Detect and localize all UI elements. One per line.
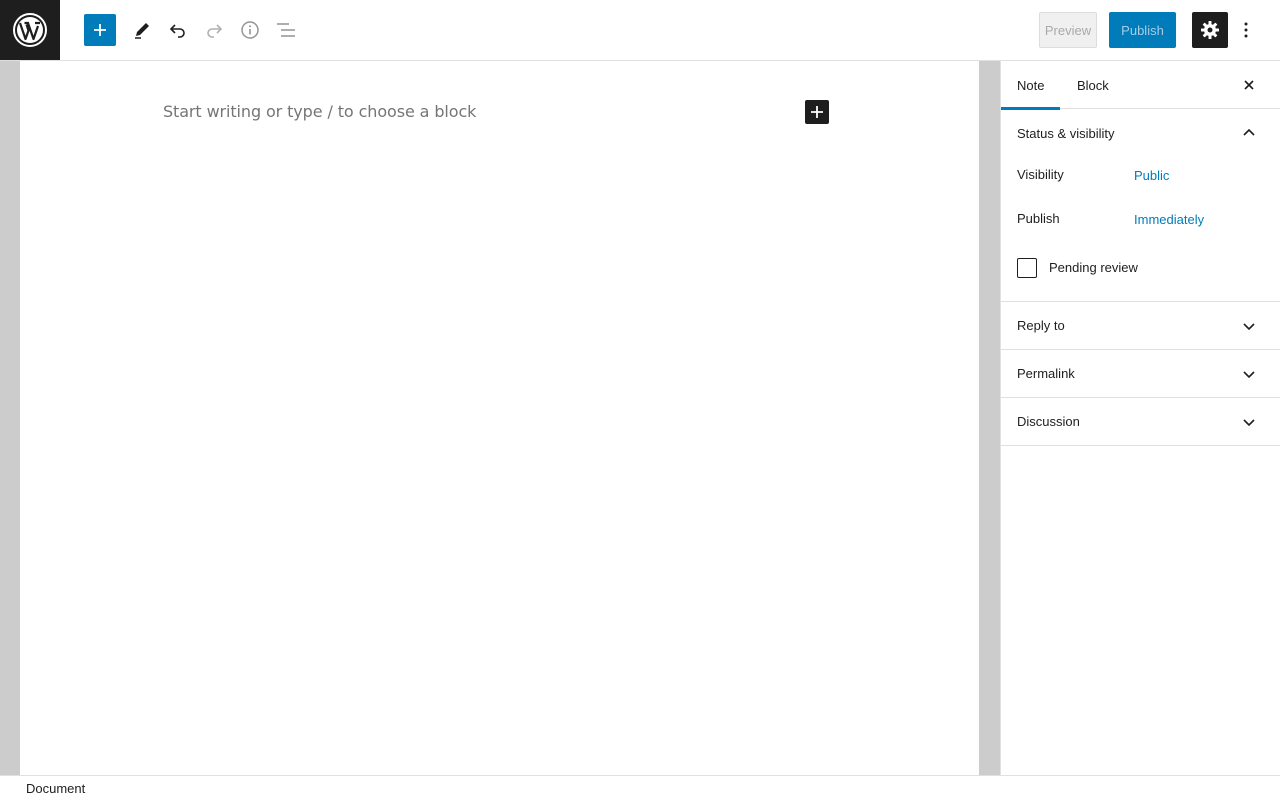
panel-title: Permalink [1017, 366, 1075, 381]
undo-icon [169, 24, 185, 38]
publish-date-toggle[interactable]: Immediately [1134, 212, 1204, 227]
panel-discussion-toggle[interactable]: Discussion [1001, 398, 1280, 446]
undo-button[interactable] [160, 12, 196, 48]
add-block-button[interactable] [84, 14, 116, 46]
publish-button[interactable]: Publish [1109, 12, 1176, 48]
vertical-dots-icon [1244, 22, 1248, 38]
settings-sidebar: Note Block Status & visibility Visibilit… [1000, 61, 1280, 775]
panel-permalink-toggle[interactable]: Permalink [1001, 350, 1280, 398]
breadcrumb-document[interactable]: Document [26, 781, 85, 796]
editor-footer: Document [0, 775, 1280, 800]
panel-title: Discussion [1017, 414, 1080, 429]
tab-block[interactable]: Block [1077, 61, 1109, 109]
block-placeholder[interactable]: Start writing or type / to choose a bloc… [163, 102, 476, 121]
panel-title: Status & visibility [1017, 125, 1115, 141]
pending-review-label[interactable]: Pending review [1049, 260, 1138, 275]
visibility-label: Visibility [1017, 167, 1064, 182]
close-icon [1244, 80, 1254, 90]
gear-icon [1201, 21, 1219, 39]
chevron-down-icon [1243, 419, 1255, 427]
chevron-down-icon [1243, 323, 1255, 331]
close-sidebar-button[interactable] [1237, 73, 1261, 97]
details-button[interactable] [232, 12, 268, 48]
info-icon [241, 21, 259, 39]
visibility-toggle[interactable]: Public [1134, 168, 1169, 183]
panel-reply-to-toggle[interactable]: Reply to [1001, 302, 1280, 350]
editor-canvas[interactable]: Start writing or type / to choose a bloc… [20, 61, 979, 775]
editor-canvas-wrapper: Start writing or type / to choose a bloc… [0, 61, 1000, 775]
editor-header: Preview Publish [0, 0, 1280, 61]
redo-button[interactable] [196, 12, 232, 48]
publish-label: Publish [1017, 211, 1060, 226]
pending-review-checkbox[interactable] [1017, 258, 1037, 278]
more-options-button[interactable] [1234, 12, 1258, 48]
panel-status-visibility-body: Visibility Public Publish Immediately Pe… [1001, 157, 1280, 302]
settings-button[interactable] [1192, 12, 1228, 48]
panel-status-visibility-toggle[interactable]: Status & visibility [1001, 109, 1280, 157]
list-view-button[interactable] [268, 12, 304, 48]
chevron-up-icon [1243, 128, 1255, 136]
plus-icon [94, 24, 106, 36]
panel-title: Reply to [1017, 318, 1065, 333]
chevron-down-icon [1243, 371, 1255, 379]
sidebar-tabs: Note Block [1001, 61, 1280, 110]
tools-edit-button[interactable] [124, 12, 160, 48]
inline-add-block-button[interactable] [805, 100, 829, 124]
tab-note[interactable]: Note [1001, 61, 1060, 110]
preview-button[interactable]: Preview [1039, 12, 1097, 48]
pencil-icon [135, 23, 149, 39]
wordpress-logo-icon[interactable] [0, 0, 60, 60]
list-view-icon [277, 23, 295, 37]
plus-icon [811, 106, 823, 118]
redo-icon [207, 24, 223, 38]
